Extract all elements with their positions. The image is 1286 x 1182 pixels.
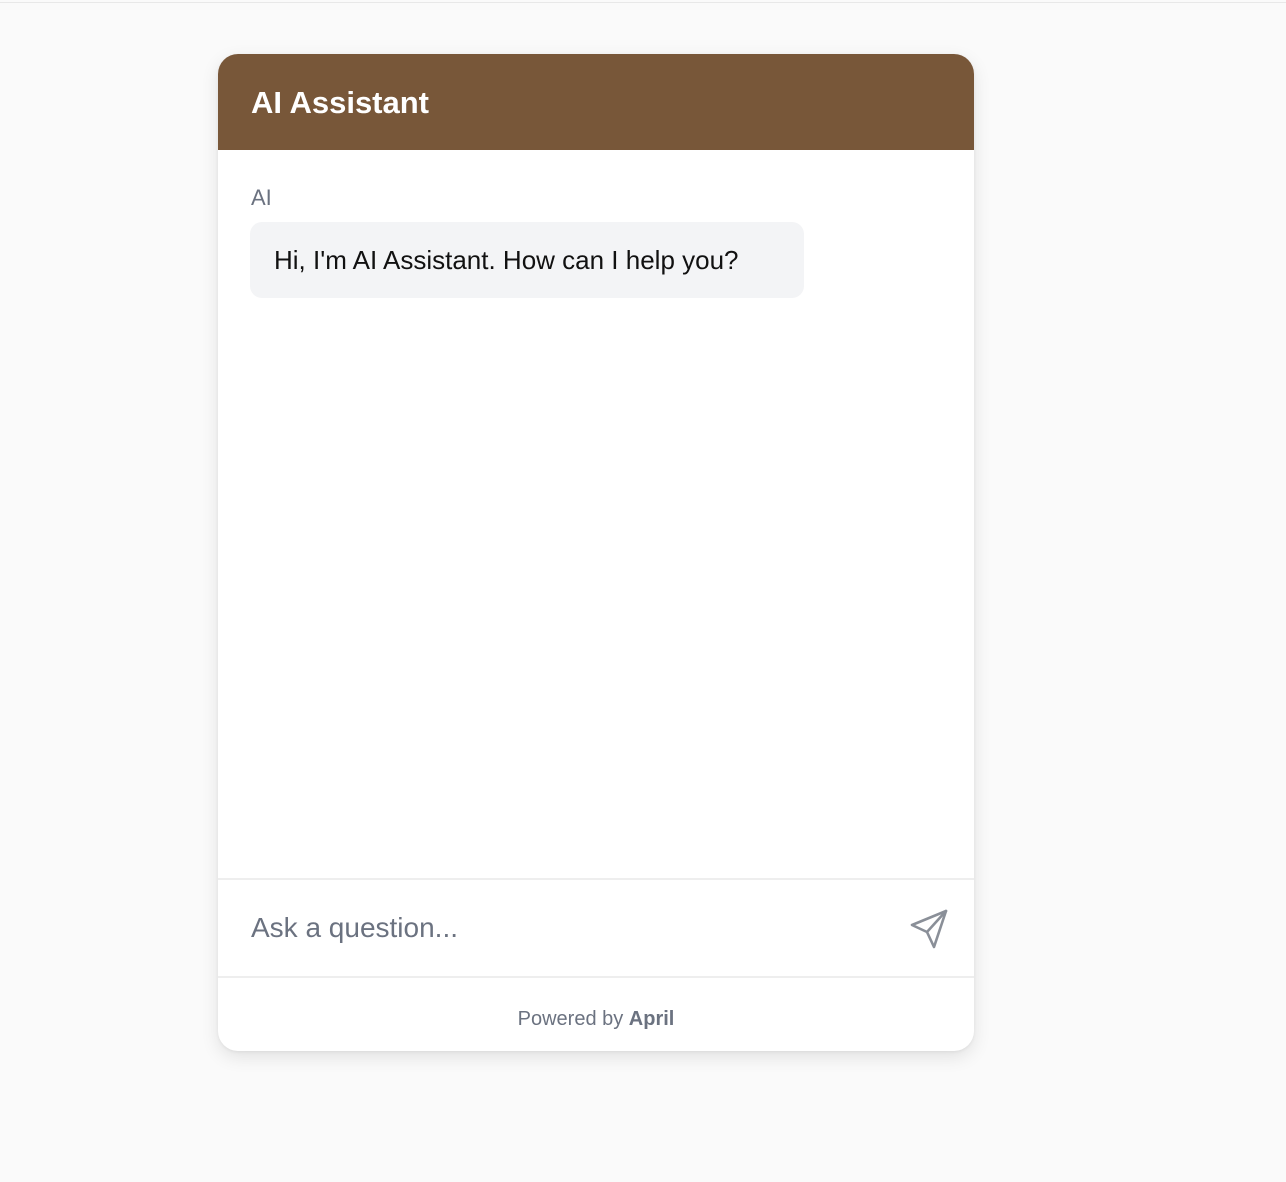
chat-widget: AI Assistant AI Hi, I'm AI Assistant. Ho… xyxy=(218,54,974,1051)
message-sender-label: AI xyxy=(251,185,272,210)
chat-title: AI Assistant xyxy=(251,85,430,120)
brand-link[interactable]: April xyxy=(629,1008,675,1030)
message-list: AI Hi, I'm AI Assistant. How can I help … xyxy=(218,150,974,878)
chat-header: AI Assistant xyxy=(218,54,974,150)
chat-footer: Powered by April xyxy=(218,978,974,1051)
powered-by-label: Powered by xyxy=(517,1008,629,1030)
page-top-divider xyxy=(0,2,1286,3)
chat-input-bar xyxy=(218,880,974,976)
assistant-message-bubble: Hi, I'm AI Assistant. How can I help you… xyxy=(250,222,804,298)
send-icon xyxy=(910,909,948,949)
send-button[interactable] xyxy=(906,905,954,953)
question-input[interactable] xyxy=(251,902,871,954)
